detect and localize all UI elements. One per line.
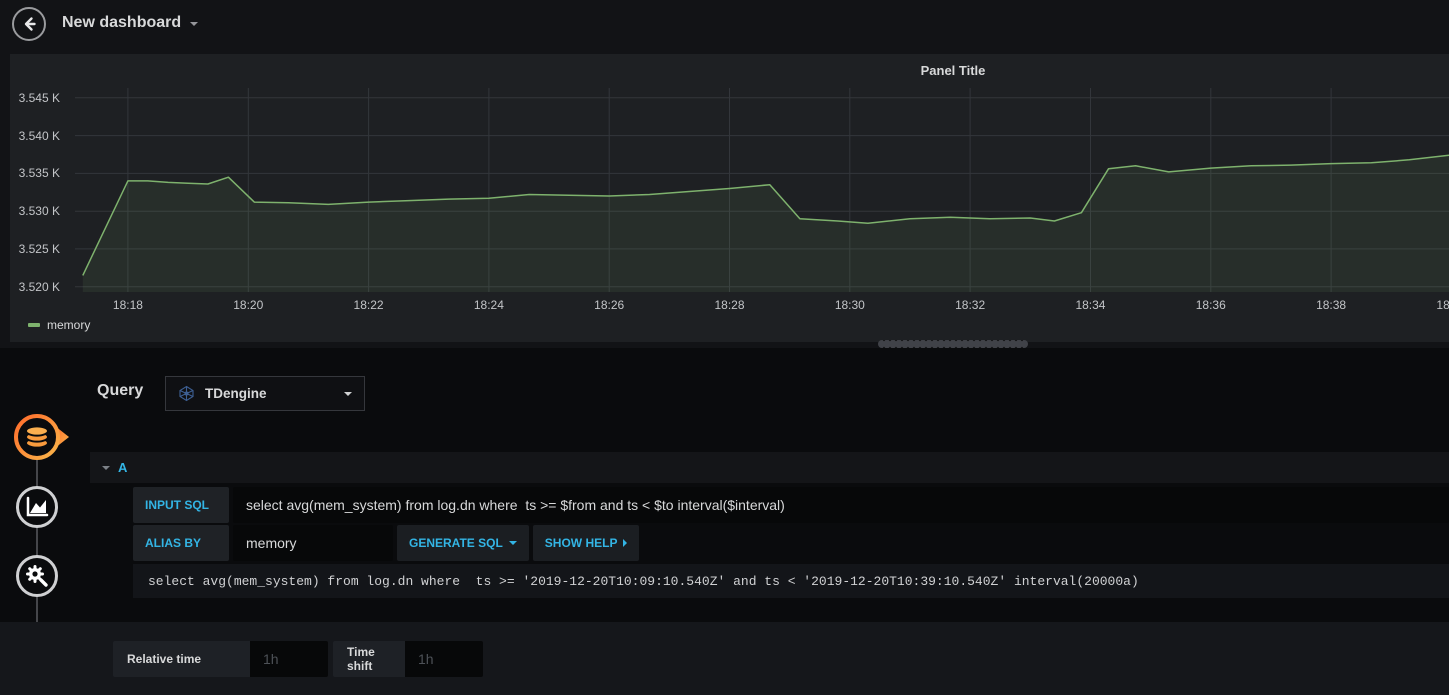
x-axis-tick: 18:24 [473, 298, 504, 312]
grafana-panel-editor: New dashboard Panel Title 3.545 K 3.540 K… [0, 0, 1449, 695]
relative-time-field[interactable] [250, 641, 328, 677]
x-axis-tick: 18:38 [1316, 298, 1347, 312]
x-axis-tick: 18:26 [594, 298, 625, 312]
query-section-label: Query [97, 382, 144, 399]
collapse-chevron-icon [102, 465, 110, 470]
tdengine-logo-icon [179, 385, 194, 402]
time-shift-field[interactable] [405, 641, 483, 677]
y-axis-tick: 3.545 K [18, 90, 60, 105]
relative-time-label: Relative time [113, 641, 250, 677]
panel-resize-handle[interactable] [878, 340, 1028, 348]
y-axis-tick: 3.535 K [18, 166, 60, 181]
panel-title: Panel Title [920, 63, 986, 78]
y-axis-tick: 3.525 K [18, 241, 60, 256]
back-button[interactable] [12, 7, 46, 41]
time-options-strip: Relative time Time shift [0, 622, 1449, 695]
time-series-chart[interactable] [75, 88, 1449, 292]
legend-item-memory[interactable]: memory [28, 318, 90, 332]
sidebar-tab-visualization[interactable] [15, 485, 59, 534]
top-bar: New dashboard [0, 0, 1449, 48]
chevron-down-icon [190, 22, 199, 26]
query-row-header-a[interactable]: A [90, 452, 1449, 483]
x-axis-tick: 18:30 [834, 298, 865, 312]
generate-sql-button[interactable]: GENERATE SQL [397, 525, 529, 561]
time-shift-label: Time shift [333, 641, 405, 677]
time-shift-group: Time shift [333, 641, 483, 677]
tab-connector-line [36, 437, 38, 647]
legend-swatch [28, 323, 40, 327]
x-axis-tick: 18:20 [233, 298, 264, 312]
datasource-picker[interactable]: TDengine [165, 376, 365, 411]
x-axis-tick: 18:32 [955, 298, 986, 312]
x-axis-tick: 18:34 [1075, 298, 1106, 312]
alias-by-row: ALIAS BY GENERATE SQL SHOW HELP [133, 525, 640, 561]
x-axis-tick: 18:28 [714, 298, 745, 312]
input-sql-row: INPUT SQL [133, 487, 1449, 523]
x-axis-tick: 18:40 [1436, 298, 1449, 312]
x-axis-tick: 18:36 [1195, 298, 1226, 312]
input-sql-label: INPUT SQL [133, 487, 229, 523]
legend-label: memory [47, 318, 91, 332]
sidebar-tab-general[interactable] [15, 554, 59, 603]
dashboard-title-dropdown[interactable]: New dashboard [62, 14, 199, 32]
y-axis-tick: 3.540 K [18, 128, 60, 143]
sidebar-tab-queries[interactable] [11, 411, 73, 468]
chevron-down-icon [508, 541, 517, 545]
arrow-left-icon [24, 17, 36, 31]
chevron-right-icon [623, 539, 628, 547]
relative-time-group: Relative time [113, 641, 328, 677]
show-help-label: SHOW HELP [544, 536, 618, 550]
show-help-button[interactable]: SHOW HELP [532, 525, 640, 561]
database-icon [14, 414, 69, 460]
datasource-name: TDengine [205, 386, 267, 401]
query-ref-id: A [118, 460, 128, 475]
chart-panel[interactable]: Panel Title 3.545 K 3.540 K 3.535 K 3.530 K… [10, 54, 1449, 342]
generated-sql-preview: select avg(mem_system) from log.dn where… [133, 564, 1449, 598]
x-axis-tick: 18:22 [353, 298, 384, 312]
y-axis-tick: 3.520 K [18, 279, 60, 294]
alias-by-label: ALIAS BY [133, 525, 229, 561]
gear-icon [16, 555, 58, 597]
generate-sql-label: GENERATE SQL [409, 536, 503, 550]
alias-by-field[interactable] [233, 525, 393, 561]
y-axis-tick: 3.530 K [18, 204, 60, 219]
input-sql-field[interactable] [233, 487, 1449, 523]
query-editor-section: Query TDengine A INPUT SQL select avg(me… [0, 348, 1449, 695]
dashboard-title: New dashboard [62, 14, 182, 31]
chart-icon [16, 486, 58, 528]
chevron-down-icon [344, 391, 352, 396]
x-axis-tick: 18:18 [112, 298, 143, 312]
